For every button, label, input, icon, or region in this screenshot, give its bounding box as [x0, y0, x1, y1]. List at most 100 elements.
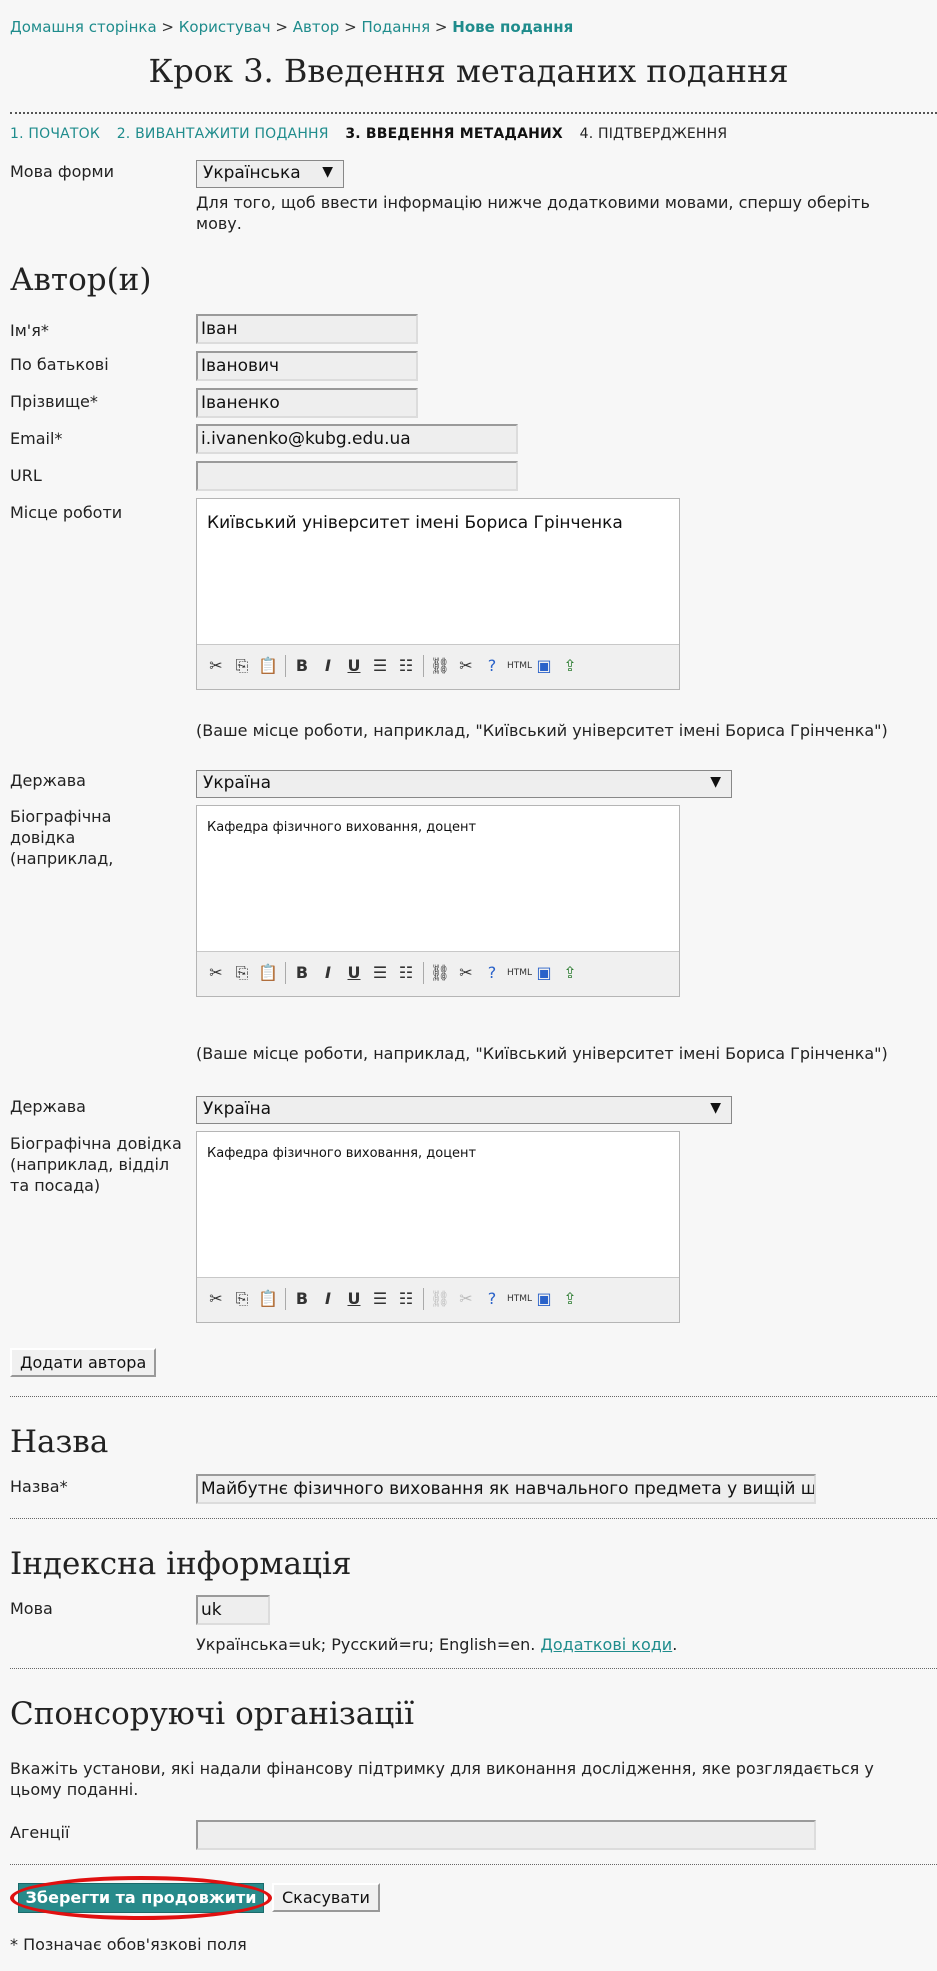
fullscreen-icon[interactable]: ▣ — [533, 962, 555, 984]
paste-icon[interactable]: 📋 — [257, 1288, 279, 1310]
fullscreen-icon[interactable]: ▣ — [533, 655, 555, 677]
page-title: Крок 3. Введення метаданих подання — [148, 52, 789, 90]
link-icon[interactable]: ⛓ — [429, 655, 451, 677]
underline-icon[interactable]: U — [343, 1288, 365, 1310]
more-codes-link[interactable]: Додаткові коди — [540, 1635, 672, 1654]
breadcrumb-current: Нове подання — [452, 18, 574, 36]
html-icon[interactable]: HTML — [507, 962, 532, 984]
link-icon[interactable]: ⛓ — [429, 962, 451, 984]
italic-icon[interactable]: I — [317, 655, 339, 677]
breadcrumb: Домашня сторінка > Користувач > Автор > … — [10, 18, 573, 36]
copy-icon[interactable]: ⎘ — [231, 655, 253, 677]
copy-icon[interactable]: ⎘ — [231, 1288, 253, 1310]
html-icon[interactable]: HTML — [507, 1288, 532, 1310]
bio-editor-2[interactable]: Кафедра фізичного виховання, доцент ✂ ⎘ … — [196, 1131, 680, 1323]
bold-icon[interactable]: B — [291, 962, 313, 984]
bullet-list-icon[interactable]: ☰ — [369, 1288, 391, 1310]
bullet-list-icon[interactable]: ☰ — [369, 962, 391, 984]
title-heading: Назва — [10, 1424, 109, 1460]
bio-textarea[interactable]: Кафедра фізичного виховання, доцент — [197, 806, 679, 951]
affiliation-editor[interactable]: Київський університет імені Бориса Грінч… — [196, 498, 680, 690]
breadcrumb-author-link[interactable]: Автор — [293, 18, 340, 36]
section-divider — [10, 1864, 937, 1865]
add-author-button[interactable]: Додати автора — [10, 1348, 157, 1377]
toolbar-separator — [285, 1288, 286, 1310]
image-upload-icon[interactable]: ⇪ — [559, 962, 581, 984]
middle-name-field[interactable]: Іванович — [196, 351, 418, 381]
cancel-button[interactable]: Скасувати — [272, 1883, 380, 1912]
italic-icon[interactable]: I — [317, 962, 339, 984]
link-icon: ⛓ — [429, 1289, 451, 1308]
italic-icon[interactable]: I — [317, 1288, 339, 1310]
editor-toolbar: ✂ ⎘ 📋 B I U ☰ ☷ ⛓ ✂ ? HTML ▣ ⇪ — [197, 644, 679, 689]
unlink-icon: ✂ — [459, 1289, 473, 1308]
email-field[interactable]: i.ivanenko@kubg.edu.ua — [196, 424, 518, 454]
language-field[interactable]: uk — [196, 1595, 270, 1625]
breadcrumb-submissions-link[interactable]: Подання — [361, 18, 430, 36]
agencies-field[interactable] — [196, 1820, 816, 1850]
numbered-list-icon[interactable]: ☷ — [395, 1288, 417, 1310]
last-name-label: Прізвище* — [10, 392, 98, 411]
language-codes-text: Українська=uk; Русский=ru; English=en. — [196, 1635, 536, 1654]
country-select-2[interactable]: Україна ▼ — [196, 1096, 732, 1124]
image-upload-icon[interactable]: ⇪ — [559, 1288, 581, 1310]
email-label: Email* — [10, 429, 63, 448]
toolbar-separator — [423, 962, 424, 984]
step-metadata-current: 3. ВВЕДЕННЯ МЕТАДАНИХ — [345, 126, 563, 142]
title-divider — [10, 112, 937, 114]
numbered-list-icon[interactable]: ☷ — [395, 962, 417, 984]
bullet-list-icon[interactable]: ☰ — [369, 655, 391, 677]
form-language-select[interactable]: Українська ▼ — [196, 160, 344, 188]
cut-icon[interactable]: ✂ — [205, 1288, 227, 1310]
copy-icon[interactable]: ⎘ — [231, 962, 253, 984]
html-icon[interactable]: HTML — [507, 655, 532, 677]
bio-editor[interactable]: Кафедра фізичного виховання, доцент ✂ ⎘ … — [196, 805, 680, 997]
breadcrumb-separator: > — [344, 18, 357, 36]
first-name-label: Ім'я* — [10, 321, 49, 340]
unlink-icon[interactable]: ✂ — [455, 655, 477, 677]
period: . — [672, 1635, 678, 1654]
breadcrumb-user-link[interactable]: Користувач — [179, 18, 271, 36]
section-divider — [10, 1668, 937, 1669]
title-label: Назва* — [10, 1477, 68, 1496]
numbered-list-icon[interactable]: ☷ — [395, 655, 417, 677]
fullscreen-icon[interactable]: ▣ — [533, 1288, 555, 1310]
help-icon[interactable]: ? — [481, 962, 503, 984]
underline-icon[interactable]: U — [343, 655, 365, 677]
index-info-heading: Індексна інформація — [10, 1546, 352, 1582]
affiliation-textarea[interactable]: Київський університет імені Бориса Грінч… — [197, 499, 679, 644]
cut-icon[interactable]: ✂ — [205, 962, 227, 984]
bio-textarea-2[interactable]: Кафедра фізичного виховання, доцент — [197, 1132, 679, 1277]
country-label: Держава — [10, 771, 86, 790]
chevron-down-icon: ▼ — [322, 164, 333, 180]
help-icon[interactable]: ? — [481, 1288, 503, 1310]
unlink-icon[interactable]: ✂ — [455, 962, 477, 984]
title-field[interactable]: Майбутнє фізичного виховання як навчальн… — [196, 1474, 816, 1504]
cut-icon[interactable]: ✂ — [205, 655, 227, 677]
language-label: Мова — [10, 1599, 53, 1618]
bold-icon[interactable]: B — [291, 1288, 313, 1310]
bold-icon[interactable]: B — [291, 655, 313, 677]
step-start-link[interactable]: 1. ПОЧАТОК — [10, 126, 100, 142]
last-name-field[interactable]: Іваненко — [196, 388, 418, 418]
paste-icon[interactable]: 📋 — [257, 655, 279, 677]
url-field[interactable] — [196, 461, 518, 491]
breadcrumb-home-link[interactable]: Домашня сторінка — [10, 18, 157, 36]
affiliation-help-2: (Ваше місце роботи, наприклад, "Київськи… — [196, 1044, 888, 1063]
toolbar-separator — [423, 655, 424, 677]
highlight-ring — [10, 1876, 272, 1920]
agencies-label: Агенції — [10, 1823, 70, 1842]
image-upload-icon[interactable]: ⇪ — [559, 655, 581, 677]
first-name-field[interactable]: Іван — [196, 314, 418, 344]
step-upload-link[interactable]: 2. ВИВАНТАЖИТИ ПОДАННЯ — [117, 126, 329, 142]
form-language-help: Для того, щоб ввести інформацію нижче до… — [196, 193, 870, 233]
breadcrumb-separator: > — [161, 18, 174, 36]
affiliation-help: (Ваше місце роботи, наприклад, "Київськи… — [196, 721, 888, 740]
middle-name-label: По батькові — [10, 355, 109, 374]
bio-label: Біографічна довідка (наприклад, — [10, 807, 114, 868]
country-select[interactable]: Україна ▼ — [196, 770, 732, 798]
paste-icon[interactable]: 📋 — [257, 962, 279, 984]
country-label-2: Держава — [10, 1097, 86, 1116]
underline-icon[interactable]: U — [343, 962, 365, 984]
help-icon[interactable]: ? — [481, 655, 503, 677]
